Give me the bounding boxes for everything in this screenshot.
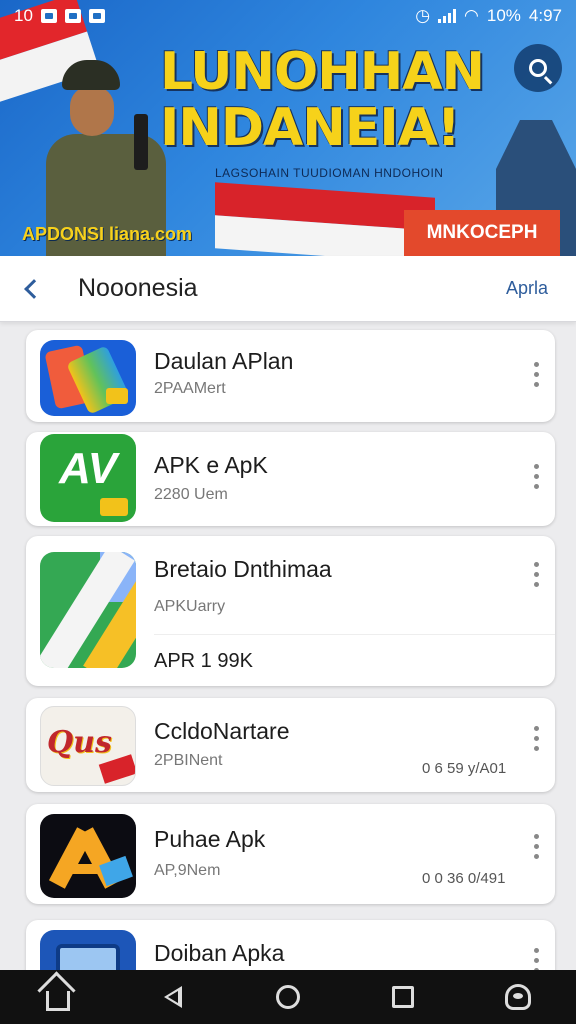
back-button[interactable] [0,256,60,322]
banner-headline: LUNOHHAN INDANEIA! [160,44,490,156]
more-options-icon[interactable] [531,834,541,859]
promo-banner[interactable]: LUNOHHAN INDANEIA! LAGSOHAIN TUUDIOMAN H… [0,0,576,256]
search-icon [529,59,547,77]
app-name: Puhae Apk [154,826,266,852]
nav-recents-button[interactable] [379,977,427,1017]
script-logo-icon: Qus [40,706,136,786]
search-button[interactable] [514,44,562,92]
more-options-icon[interactable] [531,362,541,387]
app-meta: 2PAAMert [154,380,226,397]
more-options-icon[interactable] [531,562,541,587]
clock-text: 4:97 [528,6,562,25]
app-extra: 0 6 59 y/A01 [422,760,507,777]
home-icon [45,991,70,1011]
app-meta: AP,9Nem [154,862,221,879]
more-options-icon[interactable] [531,726,541,751]
app-card[interactable]: Daulan APlan 2PAAMert [26,330,555,422]
flag-wave-image [215,182,435,256]
app-name: APK e ApK [154,452,268,478]
headline-line-2: INDANEIA! [160,98,461,158]
chevron-left-icon [24,278,44,299]
apk-av-icon: AV [40,434,136,522]
app-list: Daulan APlan 2PAAMert AV APK e ApK 2280 … [0,322,576,970]
app-meta: APKUarry [154,598,226,615]
nav-back-button[interactable] [149,977,197,1017]
app-card[interactable]: Qus CcldoNartare 2PBINent 0 6 59 y/A01 [26,698,555,792]
assistant-icon [505,984,532,1010]
banner-download-button[interactable]: MNKOCEPH [404,210,560,256]
phone-cards-icon [40,340,136,416]
battery-text: 10% [486,6,521,25]
a-letter-icon [40,814,136,898]
app-card[interactable]: Doiban Apka [26,920,555,970]
headline-line-1: LUNOHHAN [160,42,485,102]
app-extra: 0 0 36 0/491 [422,870,506,887]
banner-subline: LAGSOHAIN TUUDIOMAN HNDOHOIN [215,166,444,180]
signal-icon [438,9,457,23]
more-options-icon[interactable] [531,948,541,970]
more-options-icon[interactable] [531,464,541,489]
nav-circle-button[interactable] [264,977,312,1017]
page-header: Nooonesia Aprlа [0,256,576,322]
back-triangle-icon [163,986,182,1008]
header-action-link[interactable]: Aprlа [506,278,548,299]
alarm-icon: ◷ [415,6,431,25]
app-card[interactable]: Bretaio Dnthimaa APKUarry APR 1 99K [26,536,555,686]
wifi-icon: ◠ [464,6,479,25]
status-left-text: 10 [14,6,33,25]
status-bar: 10 ◷ ◠ 10% 4:97 [0,0,576,32]
app-meta: 2PBINent [154,752,223,769]
maps-icon [40,552,136,668]
app-name: CcldoNartare [154,718,290,744]
message-notification-icon [88,9,105,23]
page-title: Nooonesia [78,274,198,302]
app-card[interactable]: Puhae Apk AP,9Nem 0 0 36 0/491 [26,804,555,904]
system-nav-bar [0,970,576,1024]
app-name: Bretaio Dnthimaa [154,556,332,582]
app-extra: APR 1 99K [154,650,253,672]
notification-icon [40,9,57,23]
banner-site: APDONSI lianа.com [22,224,193,244]
app-name: Doiban Apka [154,940,285,966]
nav-assistant-button[interactable] [494,977,542,1017]
square-icon [392,986,415,1008]
divider [154,634,555,635]
nav-home-button[interactable] [34,977,82,1017]
gallery-notification-icon [64,9,81,23]
app-card[interactable]: AV APK e ApK 2280 Uem [26,432,555,526]
window-icon [40,930,136,970]
circle-icon [275,985,300,1009]
app-meta: 2280 Uem [154,486,228,503]
app-name: Daulan APlan [154,348,294,374]
